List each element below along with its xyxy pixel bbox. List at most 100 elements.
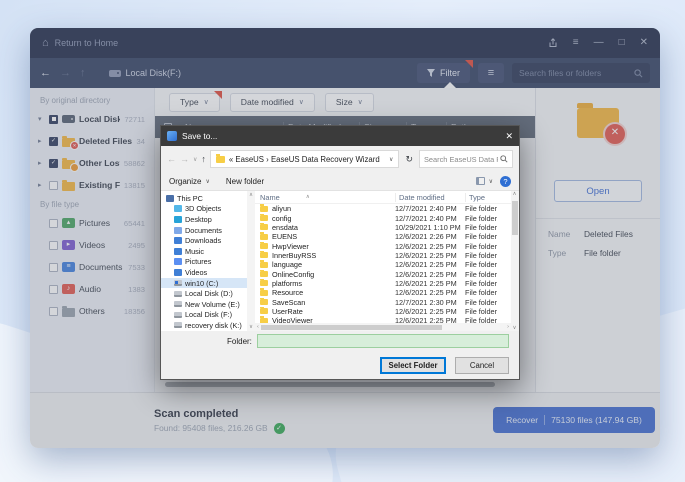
dialog-file-row[interactable]: config 12/7/2021 2:40 PM File folder: [255, 213, 511, 222]
file-type: File folder: [465, 316, 511, 323]
tree-item-label: Downloads: [185, 236, 221, 245]
dialog-search-input[interactable]: [424, 155, 498, 164]
view-options-button[interactable]: ∨: [476, 177, 493, 185]
dialog-tree-item[interactable]: Downloads: [161, 235, 247, 246]
help-button[interactable]: ?: [500, 176, 511, 187]
dialog-tree-item[interactable]: recovery disk (K:): [161, 320, 247, 331]
file-name-cell: SaveScan: [255, 298, 395, 307]
new-folder-button[interactable]: New folder: [226, 177, 264, 186]
file-date: 12/6/2021 2:25 PM: [395, 288, 465, 297]
scroll-up-icon[interactable]: ∧: [249, 192, 253, 198]
file-name-cell: VideoViewer: [255, 316, 395, 323]
file-name-cell: ensdata: [255, 223, 395, 232]
tree-item-icon: [174, 322, 182, 328]
dialog-file-list: Name ∧ Date modified Type aliyun 12/7/20…: [255, 191, 511, 331]
dialog-tree-item[interactable]: Local Disk (F:): [161, 310, 247, 321]
scrollbar-thumb[interactable]: [512, 201, 518, 235]
file-type: File folder: [465, 270, 511, 279]
file-name-cell: Resource: [255, 288, 395, 297]
dialog-file-row[interactable]: ensdata 10/29/2021 1:10 PM File folder: [255, 223, 511, 232]
file-name-cell: config: [255, 214, 395, 223]
file-date: 12/6/2021 2:25 PM: [395, 270, 465, 279]
search-icon: [500, 155, 508, 163]
file-name: VideoViewer: [272, 316, 313, 323]
dialog-column-date[interactable]: Date modified: [395, 193, 465, 202]
scroll-left-icon[interactable]: ‹: [257, 324, 259, 330]
dialog-tree-item[interactable]: 3D Objects: [161, 204, 247, 215]
dialog-command-bar: Organize ∨ New folder ∨ ?: [161, 172, 519, 191]
file-type: File folder: [465, 204, 511, 213]
scroll-right-icon[interactable]: ›: [507, 324, 509, 330]
dialog-vertical-scrollbar[interactable]: [511, 191, 519, 331]
dialog-title: Save to...: [182, 131, 217, 141]
dialog-column-type[interactable]: Type: [465, 193, 511, 202]
dialog-list-header: Name ∧ Date modified Type: [255, 191, 511, 204]
tree-item-label: 3D Objects: [185, 204, 221, 213]
dialog-history-caret-icon[interactable]: ∨: [193, 156, 197, 163]
cancel-button[interactable]: Cancel: [455, 357, 509, 374]
dialog-tree-item[interactable]: Documents: [161, 225, 247, 236]
dialog-close-button[interactable]: ✕: [505, 131, 513, 142]
dialog-tree-item[interactable]: Desktop: [161, 214, 247, 225]
dialog-file-row[interactable]: HwpViewer 12/6/2021 2:25 PM File folder: [255, 241, 511, 250]
dialog-path[interactable]: « EaseUS › EaseUS Data Recovery Wizard: [229, 155, 385, 164]
dialog-address-bar[interactable]: « EaseUS › EaseUS Data Recovery Wizard ∨: [210, 150, 400, 168]
dialog-horizontal-scrollbar[interactable]: ‹ ›: [255, 323, 511, 331]
dialog-tree-item[interactable]: win10 (C:): [161, 278, 247, 289]
dialog-file-row[interactable]: UserRate 12/6/2021 2:25 PM File folder: [255, 307, 511, 316]
folder-icon: [260, 271, 268, 277]
tree-item-icon: [174, 312, 182, 318]
tree-item-label: Local Disk (F:): [185, 310, 232, 319]
dialog-column-name[interactable]: Name ∧: [255, 193, 395, 202]
dialog-tree-item[interactable]: Local Disk (D:): [161, 288, 247, 299]
tree-item-label: Local Disk (D:): [185, 289, 233, 298]
file-name: config: [272, 214, 291, 223]
file-date: 12/6/2021 2:25 PM: [395, 260, 465, 269]
dialog-tree-item[interactable]: Videos: [161, 267, 247, 278]
dialog-file-row[interactable]: InnerBuyRSS 12/6/2021 2:25 PM File folde…: [255, 251, 511, 260]
tree-scrollbar[interactable]: ∧ ∨: [247, 191, 255, 331]
dialog-file-row[interactable]: EUENS 12/6/2021 2:26 PM File folder: [255, 232, 511, 241]
dialog-search-box[interactable]: [419, 150, 513, 168]
dialog-up-icon[interactable]: ↑: [201, 154, 206, 164]
dialog-tree-item[interactable]: This PC: [161, 193, 247, 204]
scrollbar-thumb[interactable]: [261, 325, 442, 330]
file-type: File folder: [465, 242, 511, 251]
folder-icon: [260, 280, 268, 286]
file-type: File folder: [465, 232, 511, 241]
file-name-cell: OnlineConfig: [255, 270, 395, 279]
file-type: File folder: [465, 223, 511, 232]
tree-item-label: New Volume (E:): [185, 300, 240, 309]
dialog-file-row[interactable]: language 12/6/2021 2:25 PM File folder: [255, 260, 511, 269]
folder-icon: [260, 308, 268, 314]
dialog-tree-item[interactable]: Music: [161, 246, 247, 257]
dialog-titlebar[interactable]: Save to... ✕: [161, 126, 519, 146]
tree-item-label: Pictures: [185, 257, 211, 266]
chevron-down-icon: ∨: [489, 178, 493, 185]
file-name: UserRate: [272, 307, 303, 316]
address-dropdown-icon[interactable]: ∨: [389, 156, 393, 163]
dialog-file-row[interactable]: SaveScan 12/7/2021 2:30 PM File folder: [255, 297, 511, 306]
dialog-file-row[interactable]: aliyun 12/7/2021 2:40 PM File folder: [255, 204, 511, 213]
folder-icon: [260, 290, 268, 296]
dialog-file-row[interactable]: VideoViewer 12/6/2021 2:25 PM File folde…: [255, 316, 511, 323]
folder-name-input[interactable]: [257, 334, 509, 348]
dialog-tree-item[interactable]: Pictures: [161, 257, 247, 268]
dialog-file-row[interactable]: Resource 12/6/2021 2:25 PM File folder: [255, 288, 511, 297]
dialog-back-icon[interactable]: ←: [167, 154, 176, 164]
dialog-tree-item[interactable]: New Volume (E:): [161, 299, 247, 310]
refresh-icon[interactable]: ↻: [405, 154, 413, 165]
dialog-forward-icon[interactable]: →: [180, 154, 189, 164]
folder-icon: [260, 243, 268, 249]
dialog-file-row[interactable]: platforms 12/6/2021 2:25 PM File folder: [255, 279, 511, 288]
organize-menu[interactable]: Organize ∨: [169, 177, 210, 186]
file-name: InnerBuyRSS: [272, 251, 316, 260]
scroll-down-icon[interactable]: ∨: [249, 324, 253, 330]
file-date: 12/7/2021 2:40 PM: [395, 214, 465, 223]
file-name: EUENS: [272, 232, 297, 241]
chevron-down-icon: ∨: [205, 178, 209, 185]
file-name-cell: platforms: [255, 279, 395, 288]
select-folder-button[interactable]: Select Folder: [380, 357, 446, 374]
file-name-cell: aliyun: [255, 204, 395, 213]
dialog-file-row[interactable]: OnlineConfig 12/6/2021 2:25 PM File fold…: [255, 269, 511, 278]
